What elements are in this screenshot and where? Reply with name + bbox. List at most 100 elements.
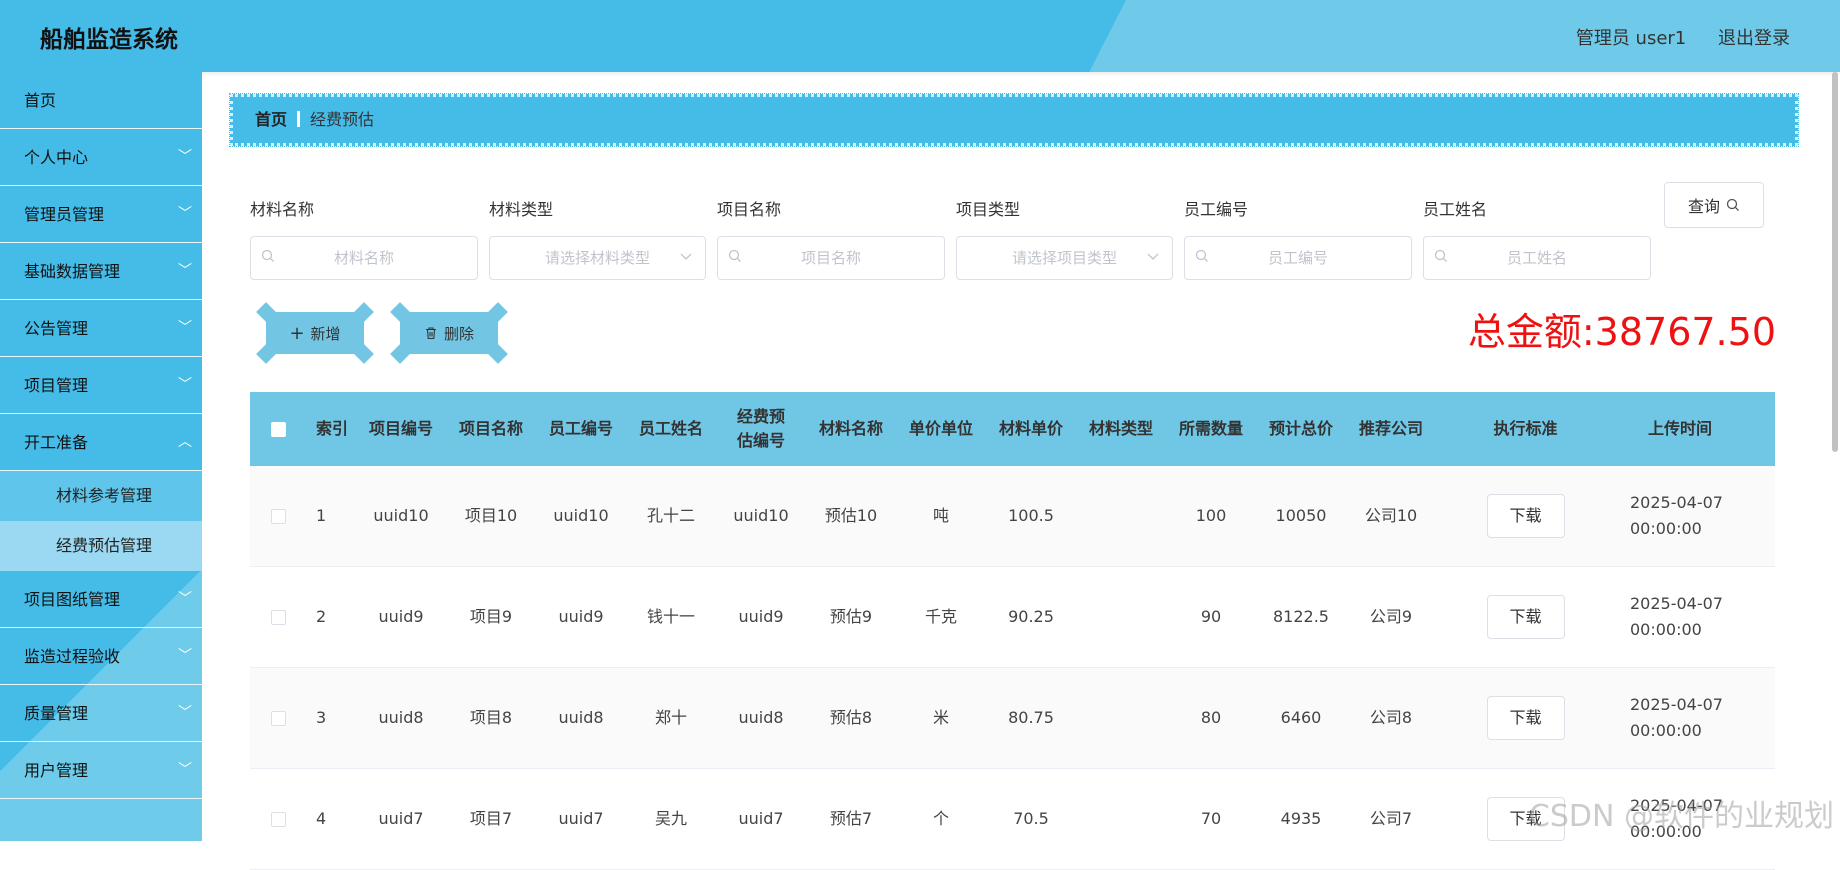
column-header: 材料单价 xyxy=(986,417,1076,441)
cell-employee-name: 吴九 xyxy=(626,806,716,832)
material-name-input[interactable] xyxy=(251,237,477,279)
cell-project-no: uuid9 xyxy=(356,604,446,630)
project-name-input[interactable] xyxy=(718,237,944,279)
row-select-cell xyxy=(250,812,306,827)
material-type-select[interactable] xyxy=(490,237,705,279)
cell-project-no: uuid7 xyxy=(356,806,446,832)
search-employee-name: 员工姓名 xyxy=(1423,196,1651,280)
upload-time: 2025-04-07 00:00:00 xyxy=(1630,490,1730,542)
trash-icon xyxy=(424,326,438,340)
download-button[interactable]: 下载 xyxy=(1487,494,1565,538)
table-row: 3 uuid8 项目8 uuid8 郑十 uuid8 预估8 米 80.75 8… xyxy=(250,668,1775,769)
breadcrumb: 首页 经费预估 xyxy=(230,94,1798,146)
select-all-checkbox[interactable] xyxy=(271,422,286,437)
breadcrumb-separator xyxy=(297,111,300,127)
cell-price: 90.25 xyxy=(986,604,1076,630)
sidebar-item-label: 监造过程验收 xyxy=(24,647,120,666)
chevron-down-icon xyxy=(679,249,693,263)
upload-time: 2025-04-07 00:00:00 xyxy=(1630,591,1730,643)
main-content: 首页经费预估 材料名称 材料类型 项目名称 项目类型 员工编号 xyxy=(202,72,1840,841)
delete-button-label: 删除 xyxy=(444,323,474,344)
total-amount: 总金额:38767.50 xyxy=(1468,301,1776,356)
cell-index: 1 xyxy=(306,503,356,529)
cell-project-no: uuid8 xyxy=(356,705,446,731)
query-button[interactable]: 查询 xyxy=(1664,182,1764,228)
sidebar-item-label: 项目图纸管理 xyxy=(24,590,120,609)
cell-estimate-no: uuid10 xyxy=(716,503,806,529)
sidebar-item-label: 管理员管理 xyxy=(24,205,104,224)
search-material-type: 材料类型 xyxy=(489,196,706,280)
cell-standard: 下载 xyxy=(1436,696,1615,740)
row-checkbox[interactable] xyxy=(271,610,286,625)
cell-estimate-no: uuid8 xyxy=(716,705,806,731)
delete-button[interactable]: 删除 xyxy=(400,312,498,354)
button-corner-decoration xyxy=(390,302,410,322)
chevron-down-icon: ﹀ xyxy=(178,129,192,186)
vertical-scrollbar[interactable] xyxy=(1832,72,1838,452)
top-header: 船舶监造系统 管理员 user1 退出登录 xyxy=(0,0,1840,72)
project-type-select[interactable] xyxy=(957,237,1172,279)
cell-employee-name: 钱十一 xyxy=(626,604,716,630)
sidebar-subitem-cost-estimate[interactable]: 经费预估管理 xyxy=(0,521,202,571)
sidebar-item-drawings[interactable]: 项目图纸管理﹀ xyxy=(0,571,202,628)
breadcrumb-current: 经费预估 xyxy=(310,110,374,129)
chevron-down-icon: ﹀ xyxy=(178,628,192,685)
column-header: 经费预估编号 xyxy=(716,405,806,453)
sidebar-item-base-data[interactable]: 基础数据管理﹀ xyxy=(0,243,202,300)
table-row: 2 uuid9 项目9 uuid9 钱十一 uuid9 预估9 千克 90.25… xyxy=(250,567,1775,668)
logout-link[interactable]: 退出登录 xyxy=(1718,28,1790,49)
search-icon xyxy=(1434,249,1448,263)
search-icon xyxy=(1726,198,1740,212)
cell-index: 3 xyxy=(306,705,356,731)
sidebar-item-admin[interactable]: 管理员管理﹀ xyxy=(0,186,202,243)
sidebar-item-label: 首页 xyxy=(24,91,56,110)
row-checkbox[interactable] xyxy=(271,711,286,726)
cell-unit: 千克 xyxy=(896,604,986,630)
cell-total: 6460 xyxy=(1256,705,1346,731)
search-icon xyxy=(261,249,275,263)
cell-employee-no: uuid8 xyxy=(536,705,626,731)
sidebar-item-project[interactable]: 项目管理﹀ xyxy=(0,357,202,414)
column-header: 执行标准 xyxy=(1436,417,1615,441)
field-label: 材料名称 xyxy=(250,196,478,222)
cell-company: 公司8 xyxy=(1346,705,1436,731)
cell-quantity: 90 xyxy=(1166,604,1256,630)
row-checkbox[interactable] xyxy=(271,812,286,827)
add-button[interactable]: + 新增 xyxy=(266,312,364,354)
chevron-down-icon: ﹀ xyxy=(178,742,192,799)
row-select-cell xyxy=(250,711,306,726)
column-header: 项目编号 xyxy=(356,417,446,441)
cell-project-name: 项目7 xyxy=(446,806,536,832)
select-box xyxy=(956,236,1173,280)
watermark: CSDN @软件的业规划 xyxy=(1529,791,1834,835)
employee-no-input[interactable] xyxy=(1185,237,1411,279)
cell-material-name: 预估10 xyxy=(806,503,896,529)
sidebar-item-profile[interactable]: 个人中心﹀ xyxy=(0,129,202,186)
search-project-type: 项目类型 xyxy=(956,196,1173,280)
column-header: 上传时间 xyxy=(1615,417,1745,441)
sidebar-item-notice[interactable]: 公告管理﹀ xyxy=(0,300,202,357)
cell-employee-name: 郑十 xyxy=(626,705,716,731)
download-button[interactable]: 下载 xyxy=(1487,595,1565,639)
cell-material-name: 预估9 xyxy=(806,604,896,630)
cell-unit: 米 xyxy=(896,705,986,731)
cell-index: 2 xyxy=(306,604,356,630)
row-checkbox[interactable] xyxy=(271,509,286,524)
column-header: 预计总价 xyxy=(1256,417,1346,441)
column-header: 员工编号 xyxy=(536,417,626,441)
sidebar-subitem-material-ref[interactable]: 材料参考管理 xyxy=(0,471,202,521)
cell-index: 4 xyxy=(306,806,356,832)
breadcrumb-home[interactable]: 首页 xyxy=(255,110,287,129)
sidebar-item-home[interactable]: 首页 xyxy=(0,72,202,129)
sidebar-item-preparation[interactable]: 开工准备︿ xyxy=(0,414,202,471)
sidebar-item-label: 质量管理 xyxy=(24,704,88,723)
sidebar-item-quality[interactable]: 质量管理﹀ xyxy=(0,685,202,742)
download-button[interactable]: 下载 xyxy=(1487,696,1565,740)
cell-quantity: 80 xyxy=(1166,705,1256,731)
employee-name-input[interactable] xyxy=(1424,237,1650,279)
column-header: 材料名称 xyxy=(806,417,896,441)
plus-icon: + xyxy=(289,323,304,344)
cell-project-name: 项目10 xyxy=(446,503,536,529)
sidebar-item-inspection[interactable]: 监造过程验收 ﹀ xyxy=(0,628,202,685)
sidebar-item-users[interactable]: 用户管理﹀ xyxy=(0,742,202,799)
